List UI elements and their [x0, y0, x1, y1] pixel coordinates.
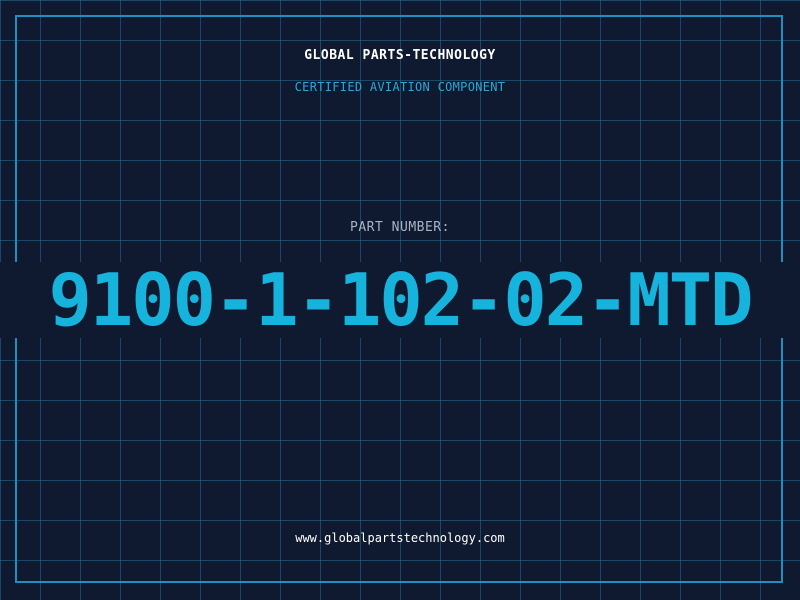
certification-subtitle: CERTIFIED AVIATION COMPONENT	[294, 80, 506, 94]
part-number-label: PART NUMBER:	[350, 220, 450, 235]
part-number-value: 9100-1-102-02-MTD	[48, 258, 754, 342]
company-name: GLOBAL PARTS-TECHNOLOGY	[304, 48, 496, 63]
website-url: www.globalpartstechnology.com	[295, 531, 505, 545]
